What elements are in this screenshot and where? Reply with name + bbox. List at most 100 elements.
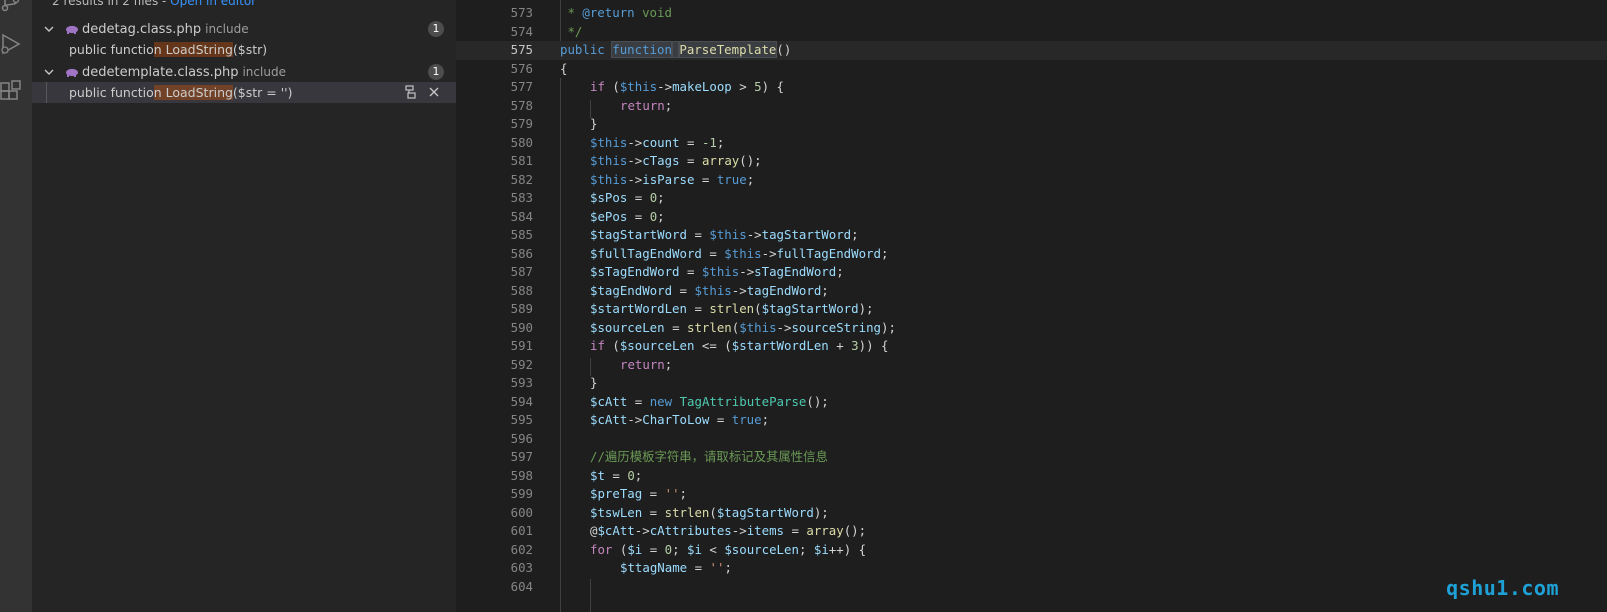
match-text-after: ($str) <box>232 42 268 57</box>
file-directory: include <box>242 65 286 79</box>
replace-icon[interactable] <box>404 85 418 99</box>
line-number: 573 <box>510 5 533 20</box>
match-text-before: public functio <box>69 85 154 100</box>
line-number: 595 <box>510 412 533 427</box>
chevron-down-icon[interactable] <box>43 66 55 78</box>
code-text: $ePos = 0; <box>590 208 665 224</box>
code-text: $preTag = ''; <box>590 486 687 501</box>
code-line: 598 $t = 0; <box>456 467 1607 486</box>
code-text: } <box>590 375 598 390</box>
code-text: $sPos = 0; <box>590 190 665 205</box>
code-line: 579} <box>456 115 1607 134</box>
line-number: 602 <box>510 541 533 557</box>
php-file-icon <box>66 25 78 34</box>
search-summary: 2 results in 2 files - Open in editor <box>52 0 256 8</box>
code-text: public function ParseTemplate() <box>560 41 792 58</box>
line-number: 603 <box>510 560 533 575</box>
line-number: 592 <box>510 356 533 372</box>
code-line: 573 * @return void <box>456 4 1607 23</box>
code-line: 574 */ <box>456 23 1607 42</box>
code-text: $tswLen = strlen($tagStartWord); <box>590 504 829 520</box>
code-editor[interactable]: 573 * @return void 574 */ 575 public func… <box>456 0 1607 612</box>
code-line: 592 return; <box>456 356 1607 375</box>
code-line: 587 $sTagEndWord = $this->sTagEndWord; <box>456 263 1607 282</box>
code-text: $this->cTags = array(); <box>590 153 762 168</box>
code-text: if ($this->makeLoop > 5) { <box>590 79 785 94</box>
code-text: $ttagName = ''; <box>620 560 732 575</box>
code-line: 597 //遍历模板字符串，请取标记及其属性信息 <box>456 448 1607 467</box>
code-text: * @return void <box>560 5 672 20</box>
match-result-item[interactable]: public function LoadString($str) <box>32 39 456 60</box>
line-number: 597 <box>510 449 533 464</box>
code-line: 578 return; <box>456 97 1607 116</box>
line-number: 586 <box>510 245 533 261</box>
file-result-dedetag[interactable]: dedetag.class.php include 1 <box>32 18 456 40</box>
line-number: 575 <box>510 42 533 57</box>
code-line: 576 { <box>456 60 1607 79</box>
line-number: 581 <box>510 153 533 168</box>
code-text: $this->isParse = true; <box>590 171 755 187</box>
dismiss-icon[interactable] <box>427 85 441 99</box>
results-count-text: 2 results in 2 files - <box>52 0 171 8</box>
code-line: 604 <box>456 578 1607 597</box>
code-text: $cAtt->CharToLow = true; <box>590 412 770 427</box>
code-line: 585 $tagStartWord = $this->tagStartWord; <box>456 226 1607 245</box>
code-line: 595 $cAtt->CharToLow = true; <box>456 411 1607 430</box>
code-line: 602 for ($i = 0; $i < $sourceLen; $i++) { <box>456 541 1607 560</box>
source-control-icon[interactable] <box>0 0 22 14</box>
line-number: 596 <box>510 430 533 446</box>
line-number: 604 <box>510 578 533 594</box>
line-number: 593 <box>510 375 533 390</box>
code-line: 599 $preTag = ''; <box>456 485 1607 504</box>
code-text: if ($sourceLen <= ($startWordLen + 3)) { <box>590 338 889 353</box>
line-number: 588 <box>510 282 533 298</box>
code-line: 601 @$cAtt->cAttributes->items = array(); <box>456 522 1607 541</box>
code-line: 594 $cAtt = new TagAttributeParse(); <box>456 393 1607 412</box>
code-text: $tagStartWord = $this->tagStartWord; <box>590 227 859 242</box>
code-text: return; <box>620 356 673 372</box>
line-number: 600 <box>510 504 533 520</box>
code-text: for ($i = 0; $i < $sourceLen; $i++) { <box>590 541 867 557</box>
code-line: 590 $sourceLen = strlen($this->sourceStri… <box>456 319 1607 338</box>
open-in-editor-link[interactable]: Open in editor <box>170 0 256 8</box>
code-line: 586 $fullTagEndWord = $this->fullTagEndWo… <box>456 245 1607 264</box>
code-line: 581 $this->cTags = array(); <box>456 152 1607 171</box>
line-number: 601 <box>510 523 533 538</box>
activity-bar <box>0 0 32 612</box>
match-result-item-selected[interactable]: public function LoadString($str = '') <box>32 82 456 103</box>
tree-indent-guide <box>46 82 47 103</box>
search-results-panel: 2 results in 2 files - Open in editor de… <box>32 0 456 612</box>
code-text: $sourceLen = strlen($this->sourceString)… <box>590 319 896 335</box>
code-text: $startWordLen = strlen($tagStartWord); <box>590 301 874 316</box>
chevron-down-icon[interactable] <box>43 23 55 35</box>
line-number: 599 <box>510 486 533 501</box>
file-result-dedetemplate[interactable]: dedetemplate.class.php include 1 <box>32 61 456 83</box>
code-text: $cAtt = new TagAttributeParse(); <box>590 393 829 409</box>
code-line: 589 $startWordLen = strlen($tagStartWord)… <box>456 300 1607 319</box>
code-text: @$cAtt->cAttributes->items = array(); <box>590 523 867 538</box>
line-number: 580 <box>510 134 533 150</box>
line-number: 590 <box>510 319 533 335</box>
line-number: 589 <box>510 301 533 316</box>
code-text: } <box>590 116 598 131</box>
match-text-after: ($str = '') <box>232 85 293 100</box>
line-number: 584 <box>510 208 533 224</box>
php-file-icon <box>66 68 78 77</box>
watermark: qshu1.com <box>1446 576 1559 600</box>
code-text: $t = 0; <box>590 467 643 483</box>
code-line: 584 $ePos = 0; <box>456 208 1607 227</box>
line-number: 578 <box>510 97 533 113</box>
code-text: */ <box>560 23 583 39</box>
code-line-current: 575 public function ParseTemplate() <box>456 41 1607 60</box>
match-highlight: n LoadString <box>153 85 233 100</box>
extensions-icon[interactable] <box>0 80 22 102</box>
code-line: 588 $tagEndWord = $this->tagEndWord; <box>456 282 1607 301</box>
line-number: 579 <box>510 116 533 131</box>
line-number: 583 <box>510 190 533 205</box>
line-number: 574 <box>510 23 533 39</box>
file-name: dedetag.class.php <box>82 22 202 37</box>
run-debug-icon[interactable] <box>0 33 22 55</box>
code-text: $this->count = -1; <box>590 134 725 150</box>
line-number: 582 <box>510 171 533 187</box>
code-line: 600 $tswLen = strlen($tagStartWord); <box>456 504 1607 523</box>
